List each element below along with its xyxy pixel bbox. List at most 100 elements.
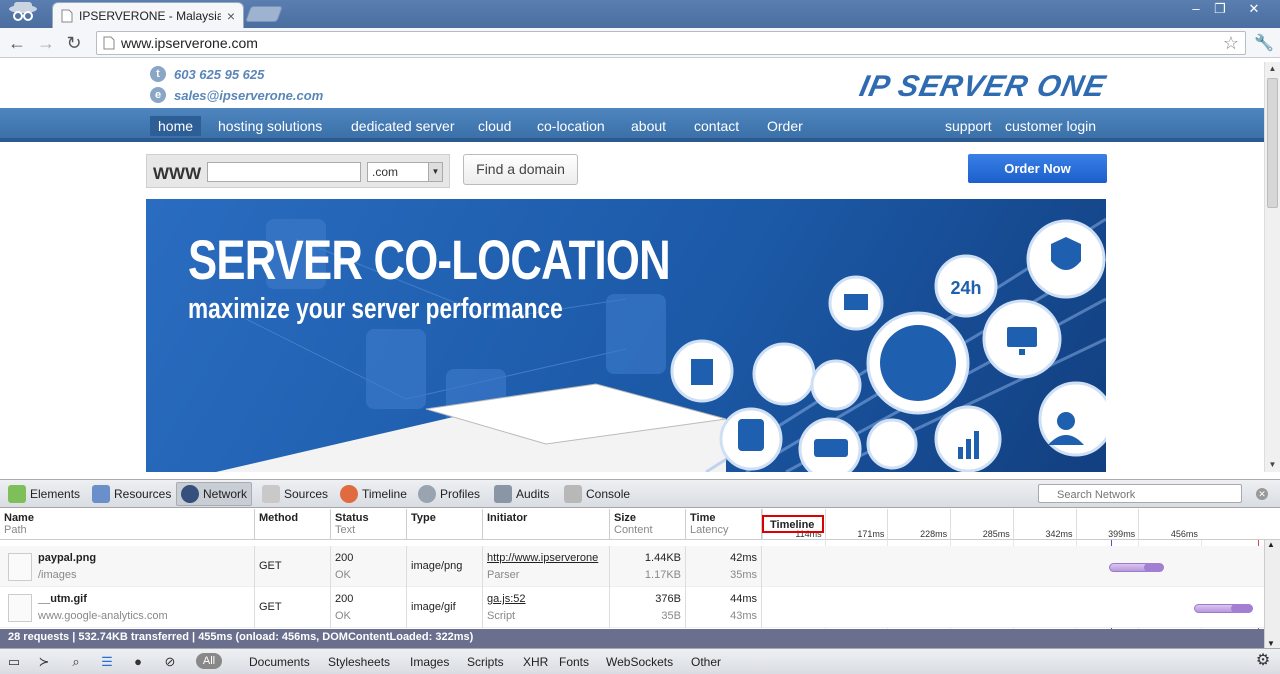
- filter-stylesheets[interactable]: Stylesheets: [328, 655, 390, 669]
- record-icon[interactable]: ●: [130, 654, 146, 670]
- back-icon[interactable]: ←: [5, 31, 29, 55]
- tab-timeline[interactable]: Timeline: [336, 482, 411, 506]
- initiator-link[interactable]: http://www.ipserverone: [487, 550, 605, 567]
- nav-order[interactable]: Order: [767, 118, 803, 134]
- tab-profiles[interactable]: Profiles: [414, 482, 484, 506]
- restore-button[interactable]: ❐: [1208, 0, 1232, 18]
- address-bar[interactable]: www.ipserverone.com ☆: [96, 31, 1246, 55]
- col-status[interactable]: Status Text: [331, 509, 407, 540]
- nav-cloud[interactable]: cloud: [478, 118, 511, 134]
- timeline-bar[interactable]: [1109, 563, 1164, 572]
- email-contact: e sales@ipserverone.com: [150, 87, 323, 103]
- forward-icon[interactable]: →: [34, 31, 58, 55]
- col-latency-label: Latency: [690, 524, 729, 536]
- nav-about[interactable]: about: [631, 118, 666, 134]
- cell-name[interactable]: paypal.png/images: [0, 546, 255, 587]
- content-value: 35B: [661, 610, 681, 622]
- timeline-bar-download: [1231, 604, 1253, 613]
- scroll-down-icon[interactable]: ▼: [1267, 639, 1275, 648]
- scroll-down-icon[interactable]: ▼: [1265, 458, 1280, 472]
- web-page: t 603 625 95 625 e sales@ipserverone.com…: [0, 62, 1264, 472]
- dock-icon[interactable]: ▭: [6, 654, 22, 670]
- cell-time: 44ms 43ms: [686, 587, 762, 628]
- audits-icon: [494, 485, 512, 503]
- col-time[interactable]: Time Latency: [686, 509, 762, 540]
- reload-icon[interactable]: ↻: [62, 31, 86, 55]
- find-domain-button[interactable]: Find a domain: [463, 154, 578, 185]
- cell-name[interactable]: __utm.gif www.google-analytics.com: [0, 587, 255, 628]
- clear-icon[interactable]: ⊘: [162, 654, 178, 670]
- email-link[interactable]: sales@ipserverone.com: [174, 88, 323, 103]
- filter-other[interactable]: Other: [691, 655, 721, 669]
- scroll-thumb[interactable]: [1267, 78, 1278, 208]
- tab-resources[interactable]: Resources: [88, 482, 175, 506]
- filter-images[interactable]: Images: [410, 655, 449, 669]
- url-text: www.ipserverone.com: [121, 35, 258, 51]
- nav-hosting-solutions[interactable]: hosting solutions: [218, 118, 322, 134]
- search-icon[interactable]: ⌕: [68, 654, 84, 670]
- filter-websockets[interactable]: WebSockets: [606, 655, 673, 669]
- nav-contact[interactable]: contact: [694, 118, 739, 134]
- minimize-button[interactable]: –: [1184, 0, 1208, 18]
- nav-co-location[interactable]: co-location: [537, 118, 605, 134]
- nav-home[interactable]: home: [150, 116, 202, 136]
- close-window-button[interactable]: ✕: [1236, 0, 1272, 18]
- scroll-up-icon[interactable]: ▲: [1267, 540, 1275, 549]
- site-logo[interactable]: IP SERVER ONE: [856, 70, 1109, 104]
- filter-scripts[interactable]: Scripts: [467, 655, 504, 669]
- large-rows-icon[interactable]: ☰: [99, 654, 115, 670]
- tab-audits[interactable]: Audits: [490, 482, 553, 506]
- gear-icon[interactable]: ⚙: [1255, 653, 1271, 669]
- timeline-bar[interactable]: [1193, 604, 1254, 613]
- time-value: 42ms: [730, 552, 757, 564]
- col-timeline[interactable]: Timeline: [762, 515, 824, 533]
- close-icon[interactable]: ✕: [1256, 488, 1268, 500]
- phone-number: 603 625 95 625: [174, 66, 265, 82]
- filter-documents[interactable]: Documents: [249, 655, 310, 669]
- wrench-menu-icon[interactable]: 🔧: [1254, 33, 1274, 53]
- timeline-tick-label: 342ms: [1012, 509, 1076, 540]
- network-scrollbar[interactable]: ▲ ▼: [1264, 540, 1280, 648]
- network-row[interactable]: __utm.gif www.google-analytics.com GET 200 O…: [0, 587, 1264, 628]
- filter-fonts[interactable]: Fonts: [559, 655, 589, 669]
- cell-initiator: http://www.ipserverone Parser: [483, 546, 610, 587]
- browser-tab[interactable]: IPSERVERONE - Malaysia Wel ×: [52, 2, 244, 28]
- bookmark-star-icon[interactable]: ☆: [1223, 33, 1239, 54]
- network-row[interactable]: paypal.png/images GET 200 OK image/png http:/…: [0, 546, 1264, 587]
- col-time-label: Time: [690, 512, 716, 524]
- order-now-button[interactable]: Order Now: [968, 154, 1107, 183]
- col-method[interactable]: Method: [255, 509, 331, 540]
- latency-value: 43ms: [730, 610, 757, 622]
- col-name[interactable]: Name Path: [0, 509, 255, 540]
- cell-time: 42ms 35ms: [686, 546, 762, 587]
- tab-elements[interactable]: Elements: [4, 482, 84, 506]
- console-drawer-icon[interactable]: ≻: [36, 654, 52, 670]
- new-tab-button[interactable]: [245, 6, 283, 22]
- col-initiator[interactable]: Initiator: [483, 509, 610, 540]
- phone-contact: t 603 625 95 625: [150, 66, 264, 82]
- cell-type: image/png: [407, 546, 483, 587]
- tab-console[interactable]: Console: [560, 482, 634, 506]
- nav-customer-login[interactable]: customer login: [1005, 118, 1096, 134]
- initiator-link[interactable]: ga.js:52: [487, 591, 605, 608]
- domain-input[interactable]: [207, 162, 361, 182]
- nav-support[interactable]: support: [945, 118, 992, 134]
- page-scrollbar[interactable]: ▲ ▼: [1264, 62, 1280, 472]
- hero-banner[interactable]: 24h SERVER CO-LOCATION maximize your ser…: [146, 199, 1106, 472]
- tab-sources[interactable]: Sources: [258, 482, 332, 506]
- tld-select[interactable]: .com ▼: [367, 162, 443, 182]
- col-type[interactable]: Type: [407, 509, 483, 540]
- close-tab-icon[interactable]: ×: [227, 8, 235, 24]
- tab-network[interactable]: Network: [176, 482, 253, 506]
- nav-dedicated-server[interactable]: dedicated server: [351, 118, 455, 134]
- filter-all[interactable]: All: [196, 653, 222, 669]
- tab-label: Audits: [516, 487, 550, 501]
- banner-subtitle: maximize your server performance: [188, 293, 563, 325]
- col-size[interactable]: Size Content: [610, 509, 686, 540]
- tab-title: IPSERVERONE - Malaysia Wel: [79, 8, 221, 23]
- tab-label: Profiles: [440, 487, 481, 501]
- search-network-input[interactable]: [1038, 484, 1242, 503]
- filter-xhr[interactable]: XHR: [523, 655, 548, 669]
- col-type-label: Type: [411, 512, 436, 524]
- scroll-up-icon[interactable]: ▲: [1265, 62, 1280, 76]
